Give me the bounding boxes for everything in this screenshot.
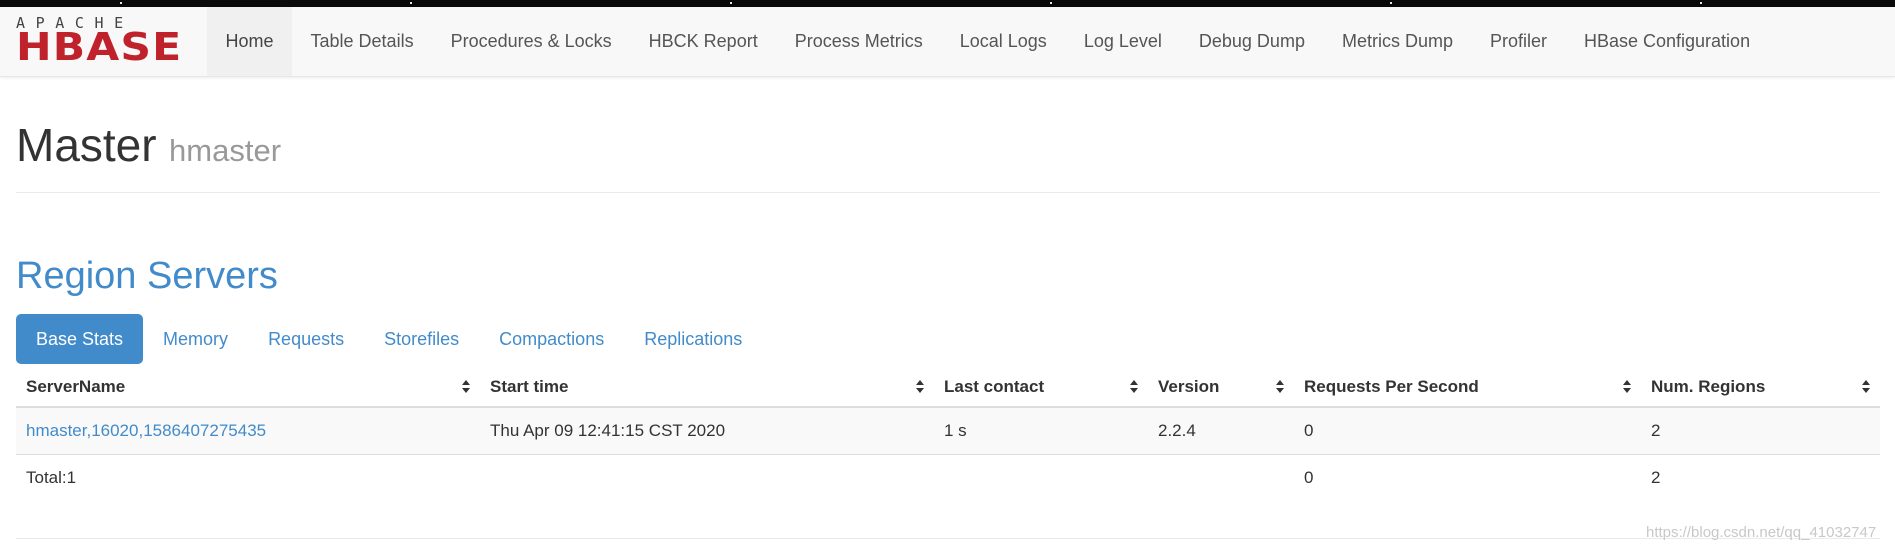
column-header-servername[interactable]: ServerName: [16, 368, 480, 408]
cell-empty: [934, 454, 1148, 501]
column-header-last-contact[interactable]: Last contact: [934, 368, 1148, 408]
column-header-label: Version: [1158, 377, 1220, 396]
column-header-label: Requests Per Second: [1304, 377, 1479, 396]
cell-total-num-regions: 2: [1641, 454, 1880, 501]
navbar: APACHE HBASE Home Table Details Procedur…: [0, 7, 1895, 77]
column-header-version[interactable]: Version: [1148, 368, 1294, 408]
sort-icon[interactable]: [462, 380, 470, 394]
tab-base-stats[interactable]: Base Stats: [16, 314, 144, 364]
cell-start-time: Thu Apr 09 12:41:15 CST 2020: [480, 406, 934, 455]
nav-home[interactable]: Home: [207, 7, 293, 76]
cell-last-contact: 1 s: [934, 406, 1148, 455]
nav-profiler[interactable]: Profiler: [1471, 7, 1565, 76]
nav-procedures-locks[interactable]: Procedures & Locks: [432, 7, 630, 76]
watermark: https://blog.csdn.net/qq_41032747: [1646, 524, 1877, 541]
tab-memory[interactable]: Memory: [143, 314, 248, 364]
nav-local-logs[interactable]: Local Logs: [941, 7, 1065, 76]
tab-storefiles[interactable]: Storefiles: [364, 314, 479, 364]
divider: [16, 538, 1880, 539]
cell-version: 2.2.4: [1148, 406, 1294, 455]
column-header-start-time[interactable]: Start time: [480, 368, 934, 408]
column-header-label: Num. Regions: [1651, 377, 1766, 396]
tab-compactions[interactable]: Compactions: [479, 314, 624, 364]
tab-requests[interactable]: Requests: [248, 314, 364, 364]
cell-total-requests-per-second: 0: [1294, 454, 1641, 501]
sort-icon[interactable]: [1276, 380, 1284, 394]
column-header-label: Last contact: [944, 377, 1045, 396]
total-row: Total:1 0 2: [16, 454, 1880, 501]
region-servers-heading: Region Servers: [16, 255, 278, 297]
cell-empty: [1148, 454, 1294, 501]
column-header-num-regions[interactable]: Num. Regions: [1641, 368, 1880, 408]
column-header-label: ServerName: [26, 377, 126, 396]
table-header-row: ServerName Start time Last contact Versi…: [16, 368, 1880, 408]
column-header-label: Start time: [490, 377, 569, 396]
cell-total-label: Total:1: [16, 454, 480, 501]
sort-icon[interactable]: [1623, 380, 1631, 394]
nav-metrics-dump[interactable]: Metrics Dump: [1323, 7, 1471, 76]
page-title-subtitle: hmaster: [169, 133, 282, 168]
nav-hbck-report[interactable]: HBCK Report: [630, 7, 776, 76]
column-header-requests-per-second[interactable]: Requests Per Second: [1294, 368, 1641, 408]
region-servers-table: ServerName Start time Last contact Versi…: [16, 368, 1880, 501]
page-title-main: Master: [16, 119, 157, 171]
sort-icon[interactable]: [916, 380, 924, 394]
page-title: Master hmaster: [16, 118, 281, 172]
nav-hbase-configuration[interactable]: HBase Configuration: [1565, 7, 1768, 76]
cell-requests-per-second: 0: [1294, 406, 1641, 455]
main-nav: Home Table Details Procedures & Locks HB…: [207, 7, 1769, 76]
sort-icon[interactable]: [1862, 380, 1870, 394]
divider: [16, 192, 1880, 193]
server-link[interactable]: hmaster,16020,1586407275435: [26, 421, 266, 440]
table-row: hmaster,16020,1586407275435 Thu Apr 09 1…: [16, 406, 1880, 455]
nav-log-level[interactable]: Log Level: [1065, 7, 1180, 76]
cell-empty: [480, 454, 934, 501]
nav-process-metrics[interactable]: Process Metrics: [776, 7, 941, 76]
nav-debug-dump[interactable]: Debug Dump: [1180, 7, 1323, 76]
logo-hbase-text: HBASE: [16, 25, 183, 69]
sort-icon[interactable]: [1130, 380, 1138, 394]
tab-replications[interactable]: Replications: [624, 314, 762, 364]
region-servers-tabs: Base Stats Memory Requests Storefiles Co…: [16, 314, 762, 364]
cell-servername: hmaster,16020,1586407275435: [16, 406, 480, 455]
hbase-logo[interactable]: APACHE HBASE: [16, 15, 188, 69]
cell-num-regions: 2: [1641, 406, 1880, 455]
top-strip: [0, 0, 1895, 7]
nav-table-details[interactable]: Table Details: [292, 7, 432, 76]
